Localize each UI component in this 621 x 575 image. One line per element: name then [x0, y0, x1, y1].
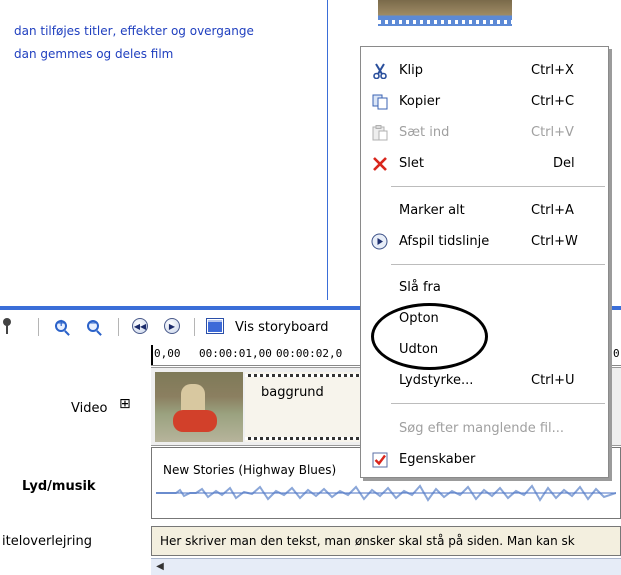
expand-video-track-button[interactable]: ⊞ [119, 397, 131, 411]
toolbar-separator [194, 318, 195, 336]
menu-item-shortcut: Ctrl+X [531, 63, 574, 78]
copy-icon [371, 93, 388, 110]
video-clip-title: baggrund [261, 385, 324, 400]
menu-item-properties[interactable]: Egenskaber [361, 444, 608, 474]
toolbar-separator [38, 318, 39, 336]
track-label-audio: Lyd/musik [22, 479, 96, 494]
toolbar-separator [118, 318, 119, 336]
zoom-in-icon[interactable]: + [52, 317, 70, 335]
menu-separator [391, 186, 605, 187]
context-menu: Klip Ctrl+X Kopier Ctrl+C Sæt ind Ctrl+V… [360, 46, 609, 478]
menu-item-find-missing-file: Søg efter manglende fil... [361, 413, 608, 443]
menu-item-shortcut: Del [553, 156, 575, 171]
ruler-tick: 00:00:01,00 [199, 347, 272, 360]
menu-item-cut[interactable]: Klip Ctrl+X [361, 55, 608, 85]
audio-waveform [156, 484, 616, 502]
scroll-left-icon[interactable]: ◀ [153, 560, 167, 573]
track-label-title-overlay: iteloverlejring [2, 534, 92, 549]
menu-item-volume[interactable]: Lydstyrke... Ctrl+U [361, 365, 608, 395]
menu-item-shortcut: Ctrl+U [531, 373, 575, 388]
menu-item-shortcut: Ctrl+W [531, 234, 578, 249]
menu-item-shortcut: Ctrl+V [531, 125, 574, 140]
play-icon[interactable]: ▶ [163, 317, 181, 335]
menu-item-play-timeline[interactable]: Afspil tidslinje Ctrl+W [361, 226, 608, 256]
menu-item-delete[interactable]: Slet Del [361, 148, 608, 178]
pane-divider [327, 0, 328, 300]
timeline-horizontal-scrollbar[interactable]: ◀ [151, 558, 621, 575]
menu-item-copy[interactable]: Kopier Ctrl+C [361, 86, 608, 116]
audio-clip-title: New Stories (Highway Blues) [163, 463, 337, 477]
properties-check-icon [371, 451, 388, 468]
preview-thumbnail [378, 0, 512, 26]
menu-item-paste: Sæt ind Ctrl+V [361, 117, 608, 147]
menu-item-label: Sæt ind [399, 125, 450, 140]
delete-x-icon [371, 155, 388, 172]
microphone-icon[interactable] [0, 317, 16, 335]
highlight-circle-annotation [371, 303, 488, 370]
video-clip-thumbnail[interactable] [155, 372, 243, 442]
scissors-icon [371, 62, 388, 79]
ruler-tick: 00:00:02,0 [276, 347, 343, 360]
menu-item-label: Slå fra [399, 280, 441, 295]
menu-item-mute[interactable]: Slå fra [361, 272, 608, 302]
paste-icon [371, 124, 388, 141]
menu-item-select-all[interactable]: Marker alt Ctrl+A [361, 195, 608, 225]
menu-item-label: Lydstyrke... [399, 373, 474, 388]
track-label-video: Video [71, 401, 108, 416]
zoom-out-icon[interactable]: − [84, 317, 102, 335]
menu-item-label: Egenskaber [399, 452, 476, 467]
menu-item-label: Slet [399, 156, 424, 171]
menu-item-shortcut: Ctrl+C [531, 94, 575, 109]
menu-item-label: Kopier [399, 94, 441, 109]
ruler-tick: 0,00 [154, 347, 181, 360]
playhead[interactable] [151, 345, 153, 365]
storyboard-toggle-button[interactable]: Vis storyboard [235, 320, 329, 335]
menu-item-shortcut: Ctrl+A [531, 203, 574, 218]
menu-item-label: Afspil tidslinje [399, 234, 490, 249]
title-overlay-track[interactable]: Her skriver man den tekst, man ønsker sk… [151, 526, 621, 556]
menu-item-label: Søg efter manglende fil... [399, 421, 565, 436]
menu-item-label: Klip [399, 63, 424, 78]
title-overlay-clip-text[interactable]: Her skriver man den tekst, man ønsker sk… [160, 534, 575, 548]
storyboard-icon[interactable] [206, 317, 224, 335]
menu-item-label: Marker alt [399, 203, 465, 218]
menu-separator [391, 264, 605, 265]
rewind-icon[interactable]: ◀◀ [131, 317, 149, 335]
ruler-tick: 0 [613, 347, 620, 360]
task-link-save-share[interactable]: dan gemmes og deles film [14, 47, 173, 61]
play-circle-icon [371, 233, 388, 250]
task-link-titles-effects[interactable]: dan tilføjes titler, effekter og overgan… [14, 24, 254, 38]
menu-separator [391, 403, 605, 404]
